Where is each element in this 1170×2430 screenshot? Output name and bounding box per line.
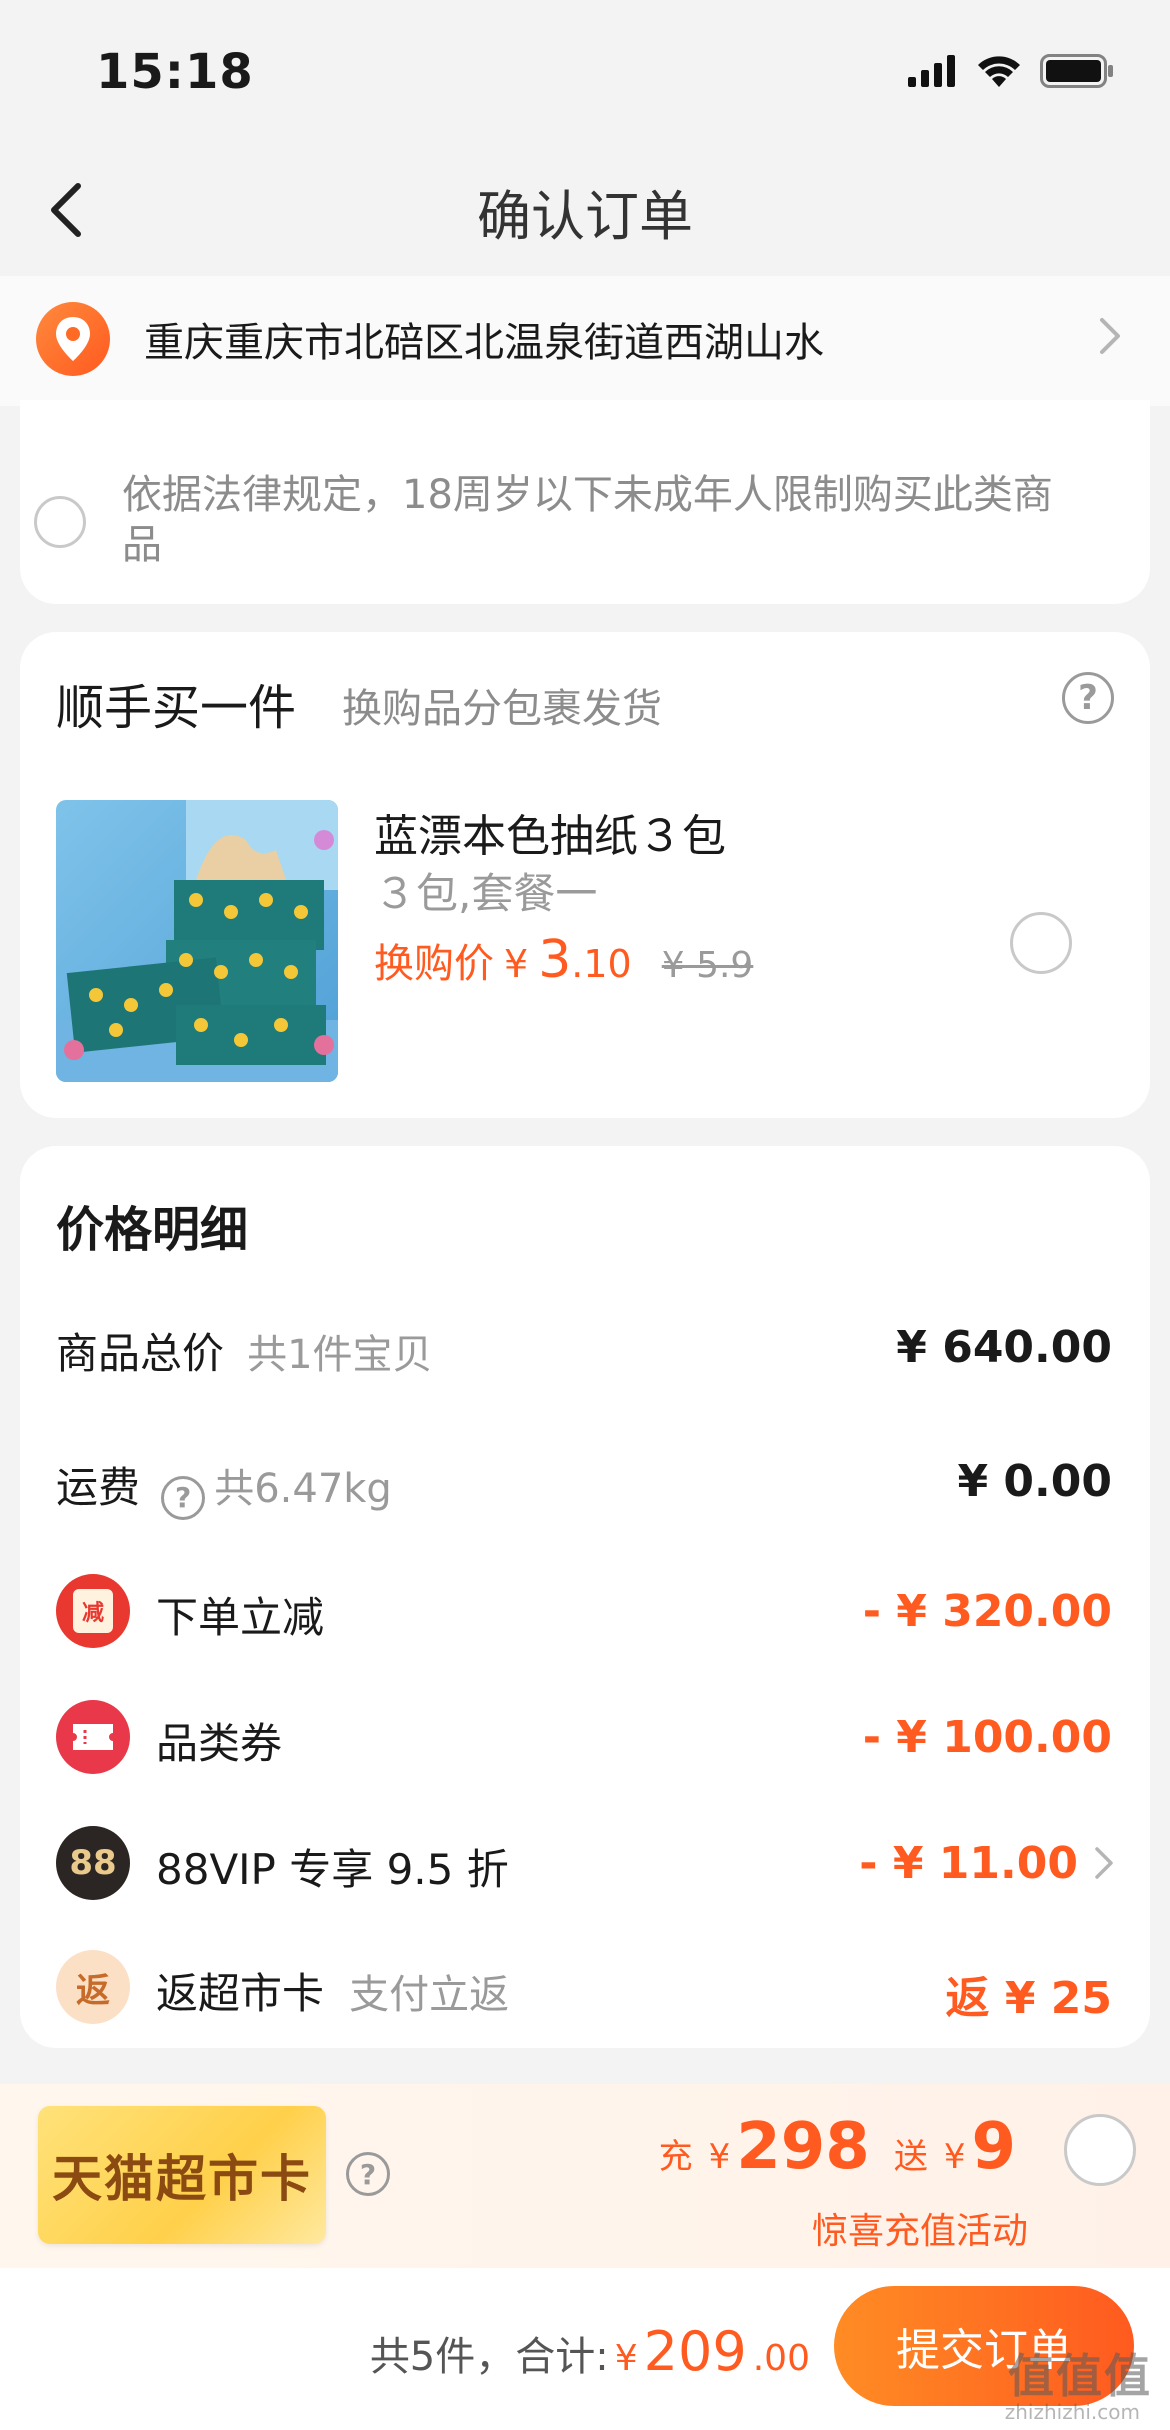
- cellular-signal-icon: [908, 55, 955, 87]
- address-text[interactable]: 重庆重庆市北碚区北温泉街道西湖山水: [144, 310, 824, 368]
- total-currency: ¥: [614, 2338, 638, 2379]
- price-detail-title: 价格明细: [56, 1202, 249, 1258]
- row-value[interactable]: - ¥ 11.00: [859, 1838, 1078, 1889]
- price-integer: 3: [538, 930, 572, 990]
- row-label[interactable]: 88VIP 专享 9.5 折: [156, 1836, 509, 1897]
- original-price: ¥ 5.9: [661, 945, 754, 986]
- gift-currency: ¥: [943, 2137, 966, 2177]
- vip-badge-icon: 88: [56, 1826, 130, 1900]
- addon-product-price: 换购价 ¥ 3.10 ¥ 5.9: [374, 930, 753, 990]
- row-sub: 共1件宝贝: [247, 1332, 433, 1378]
- help-icon[interactable]: ?: [161, 1475, 206, 1520]
- price-label: 换购价: [374, 941, 494, 987]
- row-cashback: 返超市卡 支付立返: [156, 1960, 509, 2021]
- row-sub: 共6.47kg: [214, 1466, 392, 1512]
- tmall-card-radio[interactable]: [1064, 2114, 1136, 2186]
- row-shipping: 运费 ? 共6.47kg: [56, 1454, 392, 1520]
- badge-text: 88: [69, 1843, 117, 1883]
- watermark-subtext: zhizhizhi.com: [1004, 2400, 1140, 2424]
- status-icons: [908, 54, 1114, 88]
- total-integer: 209: [643, 2320, 747, 2383]
- recharge-currency: ¥: [708, 2137, 731, 2177]
- addon-product-spec: ３包,套餐一: [374, 869, 598, 918]
- product-image[interactable]: [56, 800, 338, 1082]
- row-sub: 支付立返: [349, 1972, 510, 2018]
- row-value: ¥ 640.00: [896, 1322, 1112, 1373]
- row-value: - ¥ 320.00: [862, 1586, 1112, 1637]
- price-currency: ¥: [504, 942, 529, 986]
- recharge-activity: 惊喜充值活动: [811, 2211, 1028, 2252]
- row-goods-total: 商品总价 共1件宝贝: [56, 1320, 433, 1381]
- badge-text: 减: [81, 1601, 104, 1626]
- total-decimal: .00: [752, 2338, 810, 2379]
- row-label: 返超市卡: [156, 1969, 325, 2018]
- addon-subtitle: 换购品分包裹发货: [342, 686, 662, 732]
- recharge-prefix: 充: [658, 2137, 693, 2177]
- tmall-card-label: 天猫超市卡: [52, 2150, 312, 2208]
- age-confirm-radio[interactable]: [34, 496, 86, 548]
- row-label: 下单立减: [156, 1593, 325, 1642]
- row-value: 返 ¥ 25: [945, 1973, 1112, 2024]
- total-label: 共5件，合计:: [369, 2334, 609, 2380]
- badge-text: 返: [76, 1970, 110, 2011]
- price-decimal: .10: [571, 942, 632, 986]
- status-time: 15:18: [96, 44, 254, 100]
- cashback-badge-icon: 返: [56, 1950, 130, 2024]
- tmall-card-image[interactable]: 天猫超市卡: [38, 2106, 326, 2244]
- chevron-right-icon: [1098, 316, 1122, 360]
- age-restriction-text: 依据法律规定，18周岁以下未成年人限制购买此类商品: [122, 472, 1053, 568]
- recharge-offer: 充 ¥ 298 送 ¥ 9: [659, 2110, 1016, 2184]
- battery-icon: [1040, 54, 1113, 88]
- row-value: ¥ 0.00: [957, 1456, 1113, 1507]
- row-label: 商品总价: [56, 1329, 225, 1378]
- chevron-right-icon[interactable]: [1094, 1846, 1114, 1884]
- wifi-icon: [978, 56, 1020, 87]
- help-icon[interactable]: ?: [346, 2152, 390, 2196]
- addon-product-name[interactable]: 蓝漂本色抽纸３包: [374, 800, 726, 864]
- row-value: - ¥ 100.00: [862, 1712, 1112, 1763]
- row-label: 品类券: [156, 1719, 283, 1768]
- page-title: 确认订单: [477, 185, 693, 248]
- help-icon[interactable]: ?: [1062, 672, 1114, 724]
- gift-prefix: 送: [893, 2137, 928, 2177]
- location-pin-icon: [36, 302, 110, 376]
- discount-badge-icon: 减: [56, 1574, 130, 1648]
- addon-select-radio[interactable]: [1010, 912, 1072, 974]
- row-label: 运费: [56, 1463, 141, 1512]
- addon-title: 顺手买一件: [56, 680, 297, 736]
- order-total: 共5件，合计: ¥ 209.00: [370, 2320, 810, 2383]
- gift-amount: 9: [971, 2110, 1016, 2184]
- recharge-amount: 298: [736, 2110, 870, 2184]
- coupon-badge-icon: [56, 1700, 130, 1774]
- watermark-text: 值值值: [1008, 2349, 1152, 2403]
